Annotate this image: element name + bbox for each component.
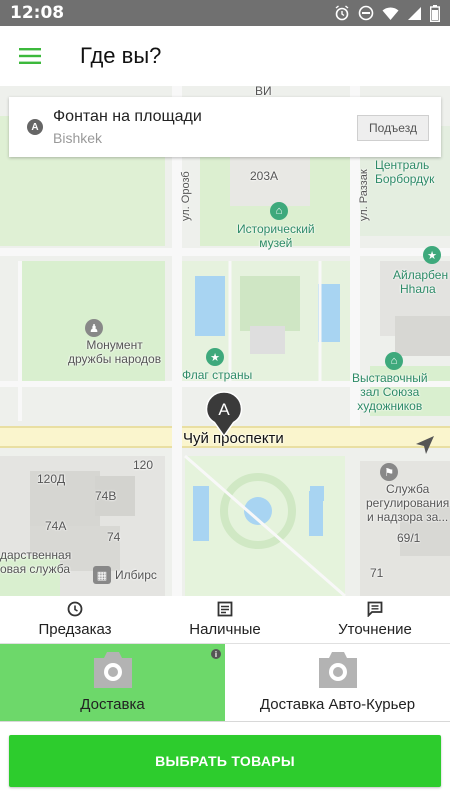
address-marker-icon: A bbox=[27, 119, 43, 135]
app-bar: Где вы? bbox=[0, 26, 450, 86]
clock-icon bbox=[67, 601, 83, 617]
map-label-ilbirs: Илбирс bbox=[115, 568, 157, 582]
signal-icon bbox=[408, 6, 421, 20]
map-label-203a: 203А bbox=[250, 169, 279, 183]
map-label-120: 120 bbox=[133, 458, 154, 472]
status-icons bbox=[334, 4, 440, 22]
option-clarify[interactable]: Уточнение bbox=[300, 596, 450, 643]
monument-poi-icon[interactable]: ♟ bbox=[85, 319, 103, 337]
page-title: Где вы? bbox=[80, 43, 162, 68]
ailarben-poi-icon[interactable]: ★ bbox=[423, 246, 441, 264]
option-clarify-label: Уточнение bbox=[338, 621, 412, 638]
map-label-tsentral-2: Борбордук bbox=[375, 172, 435, 186]
map-label-service: Служба регулирования и надзора за... bbox=[366, 482, 450, 524]
map-label-exhibition: Выставочный зал Союза художников bbox=[352, 371, 428, 413]
delivery-type-tabs: i Доставка Доставка Авто-Курьер bbox=[0, 644, 450, 722]
exhibition-poi-icon[interactable]: ⌂ bbox=[385, 352, 403, 370]
address-text: Фонтан на площади Bishkek bbox=[53, 108, 202, 146]
map-label-street-orozb: ул. Орозб bbox=[180, 171, 192, 221]
tab-delivery[interactable]: i Доставка bbox=[0, 644, 225, 721]
status-bar: 12:08 bbox=[0, 0, 450, 26]
map-pin-label: A bbox=[218, 400, 230, 419]
option-preorder[interactable]: Предзаказ bbox=[0, 596, 150, 643]
map-pin-icon: A bbox=[205, 391, 243, 438]
ilbirs-poi-icon[interactable]: ▦ bbox=[93, 566, 111, 584]
my-location-button[interactable] bbox=[408, 428, 442, 462]
camera-icon bbox=[93, 652, 132, 688]
map-label-museum: Исторический музей bbox=[237, 222, 315, 250]
map-view[interactable]: ВИ 203А Исторический музей ⌂ Монумент др… bbox=[0, 86, 450, 596]
order-options-row: Предзаказ Наличные Уточнение bbox=[0, 596, 450, 644]
status-time: 12:08 bbox=[10, 3, 65, 23]
comment-icon bbox=[367, 601, 383, 617]
map-label-flag: Флаг страны bbox=[182, 368, 253, 382]
map-label-74: 74 bbox=[107, 530, 121, 544]
map-pin-shape: A bbox=[205, 391, 243, 438]
wifi-icon bbox=[382, 7, 399, 20]
do-not-disturb-icon bbox=[358, 5, 374, 21]
battery-icon bbox=[430, 4, 440, 22]
map-label-monument: Монумент дружбы народов bbox=[68, 338, 162, 366]
map-label-69: 69/1 bbox=[397, 531, 421, 545]
flag-poi-icon[interactable]: ★ bbox=[206, 348, 224, 366]
app-screen: 12:08 Где вы? ВИ 203А Исторический музей… bbox=[0, 0, 450, 800]
alarm-icon bbox=[335, 5, 349, 21]
camera-icon bbox=[318, 652, 357, 688]
map-label-71: 71 bbox=[370, 566, 384, 580]
entrance-button[interactable]: Подъезд bbox=[357, 115, 429, 141]
address-card[interactable]: A Фонтан на площади Bishkek Подъезд bbox=[9, 97, 441, 157]
map-label-ailarben-1: Айларбен bbox=[393, 268, 449, 282]
map-label-74a: 74А bbox=[45, 519, 67, 533]
option-preorder-label: Предзаказ bbox=[38, 621, 112, 638]
address-city: Bishkek bbox=[53, 130, 103, 146]
navigation-arrow-icon bbox=[416, 436, 434, 454]
hamburger-menu-icon bbox=[19, 48, 41, 64]
map-label-street-razzak: ул. Раззак bbox=[358, 169, 370, 221]
map-label-state-service: дарственная овая служба bbox=[0, 548, 72, 576]
tab-delivery-auto-courier-label: Доставка Авто-Курьер bbox=[259, 696, 416, 713]
option-cash-label: Наличные bbox=[189, 621, 261, 638]
map-label-74v: 74В bbox=[95, 489, 117, 503]
tab-delivery-label: Доставка bbox=[80, 696, 145, 713]
museum-poi-icon[interactable]: ⌂ bbox=[270, 202, 288, 220]
option-cash[interactable]: Наличные bbox=[150, 596, 300, 643]
info-icon[interactable]: i bbox=[211, 649, 221, 659]
menu-button[interactable] bbox=[0, 26, 60, 86]
map-label-120d: 120Д bbox=[37, 472, 66, 486]
tab-delivery-auto-courier[interactable]: Доставка Авто-Курьер bbox=[225, 644, 450, 721]
map-label-tsentral-1: Централь bbox=[375, 158, 430, 172]
receipt-icon bbox=[217, 601, 233, 617]
service-poi-icon[interactable]: ⚑ bbox=[380, 463, 398, 481]
choose-products-button[interactable]: ВЫБРАТЬ ТОВАРЫ bbox=[9, 735, 441, 787]
map-label-ailarben-2: Нhaлa bbox=[400, 282, 436, 296]
address-name: Фонтан на площади bbox=[53, 108, 202, 125]
